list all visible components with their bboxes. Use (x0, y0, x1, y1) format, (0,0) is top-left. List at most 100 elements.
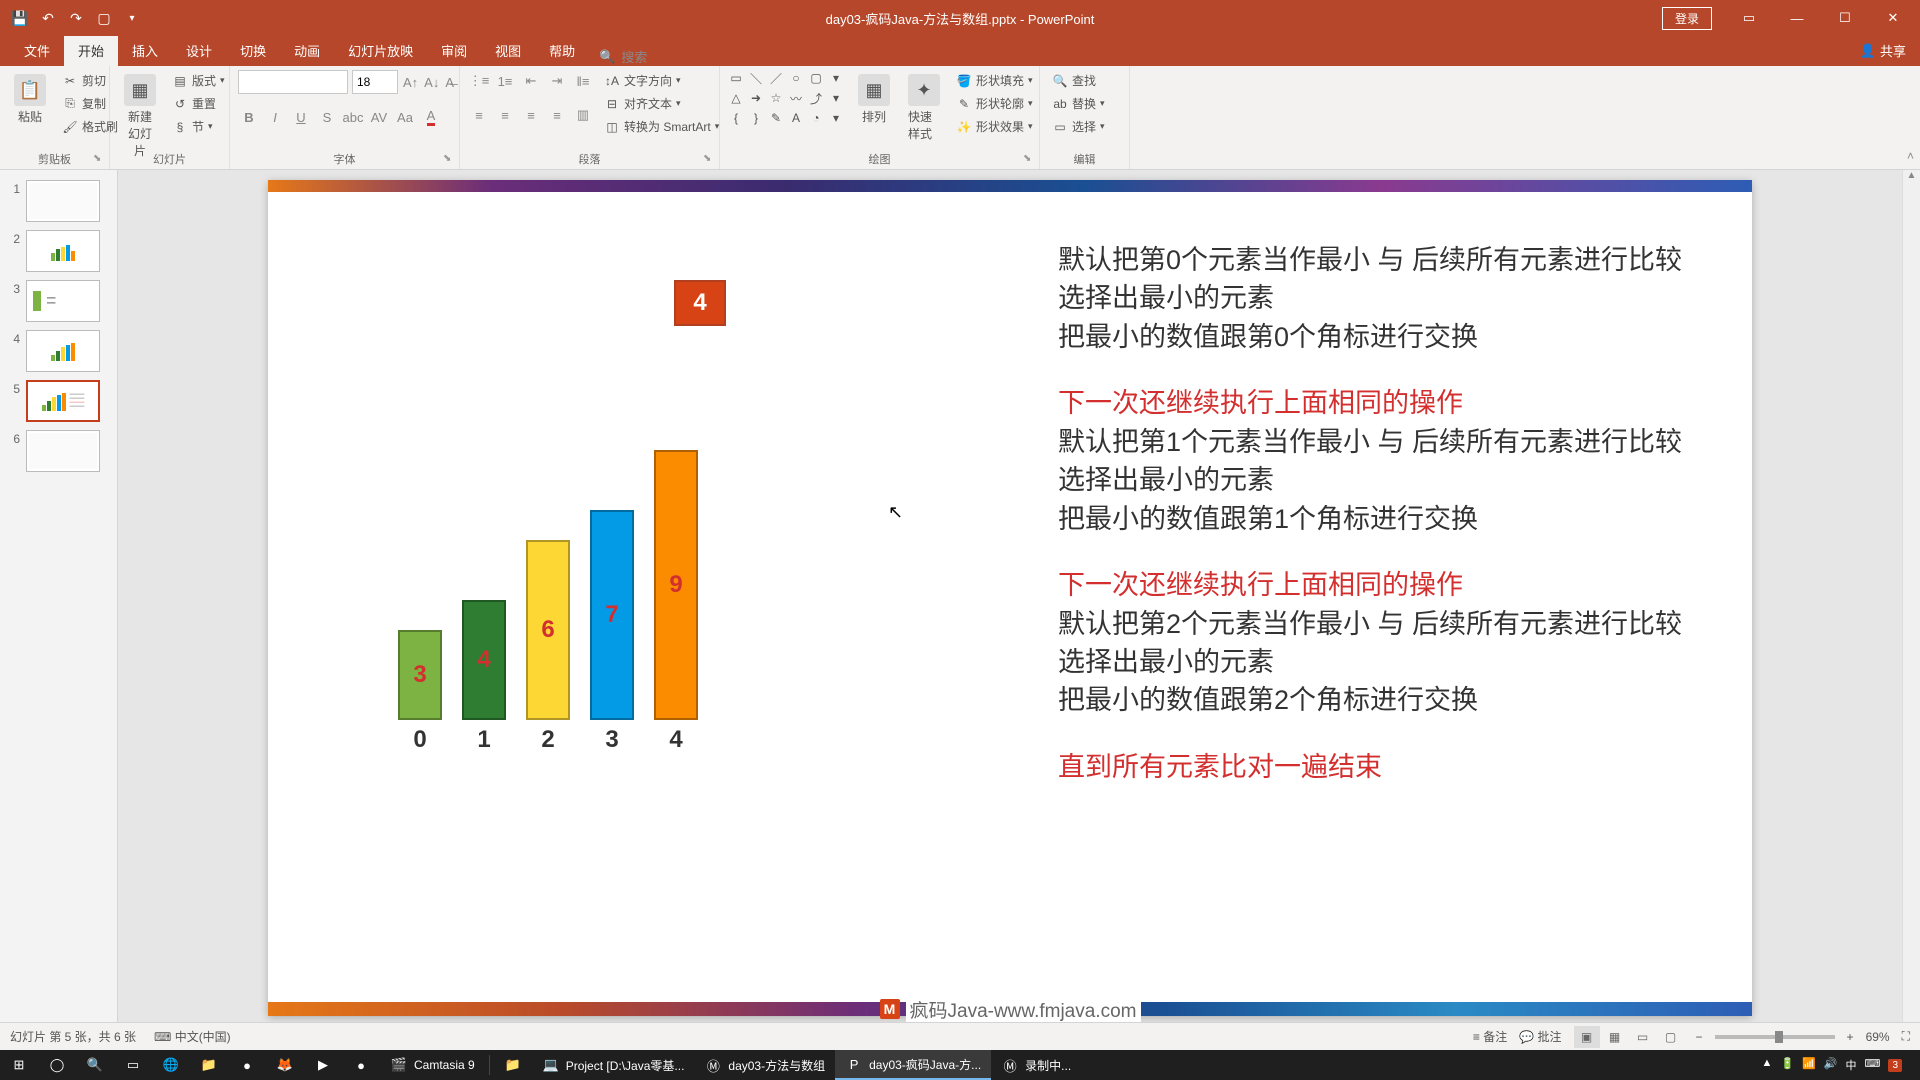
paste-button[interactable]: 📋 粘贴 (8, 70, 52, 129)
tab-transitions[interactable]: 切换 (226, 35, 280, 66)
zoom-slider[interactable] (1715, 1035, 1835, 1039)
undo-icon[interactable]: ↶ (38, 8, 58, 28)
taskbar-app-1[interactable]: 💻Project [D:\Java零基... (532, 1050, 695, 1080)
thumb-2[interactable]: 2 (0, 226, 117, 276)
shadow-button[interactable]: S (316, 106, 338, 128)
tab-slideshow[interactable]: 幻灯片放映 (334, 35, 427, 66)
maximize-icon[interactable]: ☐ (1822, 0, 1868, 36)
thumb-6[interactable]: 6 (0, 426, 117, 476)
numbering-button[interactable]: 1≡ (494, 70, 516, 92)
bar-3[interactable]: 73 (590, 510, 634, 720)
shape-oval-icon[interactable]: ○ (788, 70, 804, 86)
taskbar-app-3[interactable]: Pday03-疯码Java-方... (835, 1050, 991, 1080)
taskbar-pinned-10[interactable]: 🎬Camtasia 9 (380, 1050, 485, 1080)
tab-home[interactable]: 开始 (64, 35, 118, 66)
clipboard-launcher-icon[interactable]: ⬊ (93, 153, 107, 167)
thumb-5[interactable]: 5════════════════════════════ (0, 376, 117, 426)
taskbar-app-4[interactable]: Ⓜ录制中... (991, 1050, 1081, 1080)
notes-button[interactable]: ≡ 备注 (1473, 1028, 1507, 1045)
slide-canvas[interactable]: 4 3041627394 ↖ 默认把第0个元素当作最小 与 后续所有元素进行比较… (268, 180, 1752, 1016)
explanation-text[interactable]: 默认把第0个元素当作最小 与 后续所有元素进行比较 选择出最小的元素 把最小的数… (1058, 242, 1692, 787)
system-tray[interactable]: ▲🔋📶🔊中⌨ 3 (1762, 1057, 1920, 1073)
tab-view[interactable]: 视图 (481, 35, 535, 66)
notification-badge[interactable]: 3 (1888, 1059, 1902, 1072)
taskbar-pinned-6[interactable]: ● (228, 1050, 266, 1080)
increase-font-icon[interactable]: A↑ (402, 71, 419, 93)
shape-roundrect-icon[interactable]: ▢ (808, 70, 824, 86)
tray-icon-0[interactable]: ▲ (1762, 1057, 1773, 1073)
underline-button[interactable]: U (290, 106, 312, 128)
bold-button[interactable]: B (238, 106, 260, 128)
align-center-button[interactable]: ≡ (494, 104, 516, 126)
thumbnail-panel[interactable]: 1 2 3══════ 4 5═════════════════════════… (0, 170, 118, 1050)
shape-brace-icon[interactable]: { (728, 110, 744, 126)
slide-editor[interactable]: 4 3041627394 ↖ 默认把第0个元素当作最小 与 后续所有元素进行比较… (118, 170, 1902, 1050)
comments-button[interactable]: 💬 批注 (1519, 1028, 1561, 1045)
save-icon[interactable]: 💾 (10, 8, 30, 28)
shape-more3-icon[interactable]: ▾ (828, 110, 844, 126)
zoom-percent[interactable]: 69% (1866, 1030, 1890, 1044)
decrease-font-icon[interactable]: A↓ (423, 71, 440, 93)
section-button[interactable]: §节▾ (168, 116, 229, 137)
shape-arrow-icon[interactable]: ➜ (748, 90, 764, 106)
indent-dec-button[interactable]: ⇤ (520, 70, 542, 92)
shape-brace2-icon[interactable]: } (748, 110, 764, 126)
shape-call-icon[interactable]: ◔ (808, 110, 824, 126)
taskbar-pinned-1[interactable]: ◯ (38, 1050, 76, 1080)
taskbar-pinned-5[interactable]: 📁 (190, 1050, 228, 1080)
taskbar-pinned-4[interactable]: 🌐 (152, 1050, 190, 1080)
taskbar-pinned-0[interactable]: ⊞ (0, 1050, 38, 1080)
tray-icon-5[interactable]: ⌨ (1865, 1057, 1881, 1073)
tab-design[interactable]: 设计 (172, 35, 226, 66)
qat-more-icon[interactable]: ▾ (122, 8, 142, 28)
slideshow-start-icon[interactable]: ▢ (94, 8, 114, 28)
redo-icon[interactable]: ↷ (66, 8, 86, 28)
clear-format-icon[interactable]: A̶ (444, 71, 455, 93)
thumb-1[interactable]: 1 (0, 176, 117, 226)
tray-icon-1[interactable]: 🔋 (1780, 1057, 1794, 1073)
collapse-ribbon-icon[interactable]: ˄ (1907, 149, 1914, 163)
taskbar-pinned-3[interactable]: ▭ (114, 1050, 152, 1080)
shape-tri-icon[interactable]: △ (728, 90, 744, 106)
indent-inc-button[interactable]: ⇥ (546, 70, 568, 92)
zoom-out-icon[interactable]: − (1696, 1030, 1703, 1044)
taskbar-pinned-7[interactable]: 🦊 (266, 1050, 304, 1080)
shape-fill-button[interactable]: 🪣形状填充▾ (952, 70, 1037, 91)
drawing-launcher-icon[interactable]: ⬊ (1023, 153, 1037, 167)
tab-review[interactable]: 审阅 (427, 35, 481, 66)
justify-button[interactable]: ≡ (546, 104, 568, 126)
shape-line2-icon[interactable]: ／ (768, 70, 784, 86)
font-size-input[interactable] (352, 70, 398, 94)
shape-outline-button[interactable]: ✎形状轮廓▾ (952, 93, 1037, 114)
line-spacing-button[interactable]: ‖≡ (572, 70, 594, 92)
shape-text-icon[interactable]: A (788, 110, 804, 126)
replace-button[interactable]: ab替换▾ (1048, 93, 1109, 114)
language-indicator[interactable]: ⌨ 中文(中国) (154, 1028, 231, 1045)
shape-line-icon[interactable]: ＼ (748, 70, 764, 86)
select-button[interactable]: ▭选择▾ (1048, 116, 1109, 137)
share-button[interactable]: 👤 共享 (1846, 35, 1920, 66)
font-name-input[interactable] (238, 70, 348, 94)
tray-icon-3[interactable]: 🔊 (1824, 1057, 1838, 1073)
font-launcher-icon[interactable]: ⬊ (443, 153, 457, 167)
tray-icon-2[interactable]: 📶 (1802, 1057, 1816, 1073)
shape-free-icon[interactable]: ✎ (768, 110, 784, 126)
arrange-button[interactable]: ▦ 排列 (852, 70, 896, 129)
align-right-button[interactable]: ≡ (520, 104, 542, 126)
font-color-button[interactable]: A (420, 106, 442, 128)
bar-0[interactable]: 30 (398, 630, 442, 720)
shape-effects-button[interactable]: ✨形状效果▾ (952, 116, 1037, 137)
case-button[interactable]: Aa (394, 106, 416, 128)
shape-curve-icon[interactable]: 〰 (788, 90, 804, 106)
align-left-button[interactable]: ≡ (468, 104, 490, 126)
find-button[interactable]: 🔍查找 (1048, 70, 1109, 91)
ribbon-display-icon[interactable]: ▭ (1726, 0, 1772, 36)
shape-more2-icon[interactable]: ▾ (828, 90, 844, 106)
vertical-scrollbar[interactable]: ▲ ▼ (1902, 170, 1920, 1050)
paragraph-launcher-icon[interactable]: ⬊ (703, 153, 717, 167)
fit-window-icon[interactable]: ⛶ (1902, 1029, 1910, 1044)
zoom-in-icon[interactable]: + (1847, 1030, 1854, 1044)
layout-button[interactable]: ▤版式▾ (168, 70, 229, 91)
login-button[interactable]: 登录 (1662, 7, 1712, 30)
thumb-4[interactable]: 4 (0, 326, 117, 376)
